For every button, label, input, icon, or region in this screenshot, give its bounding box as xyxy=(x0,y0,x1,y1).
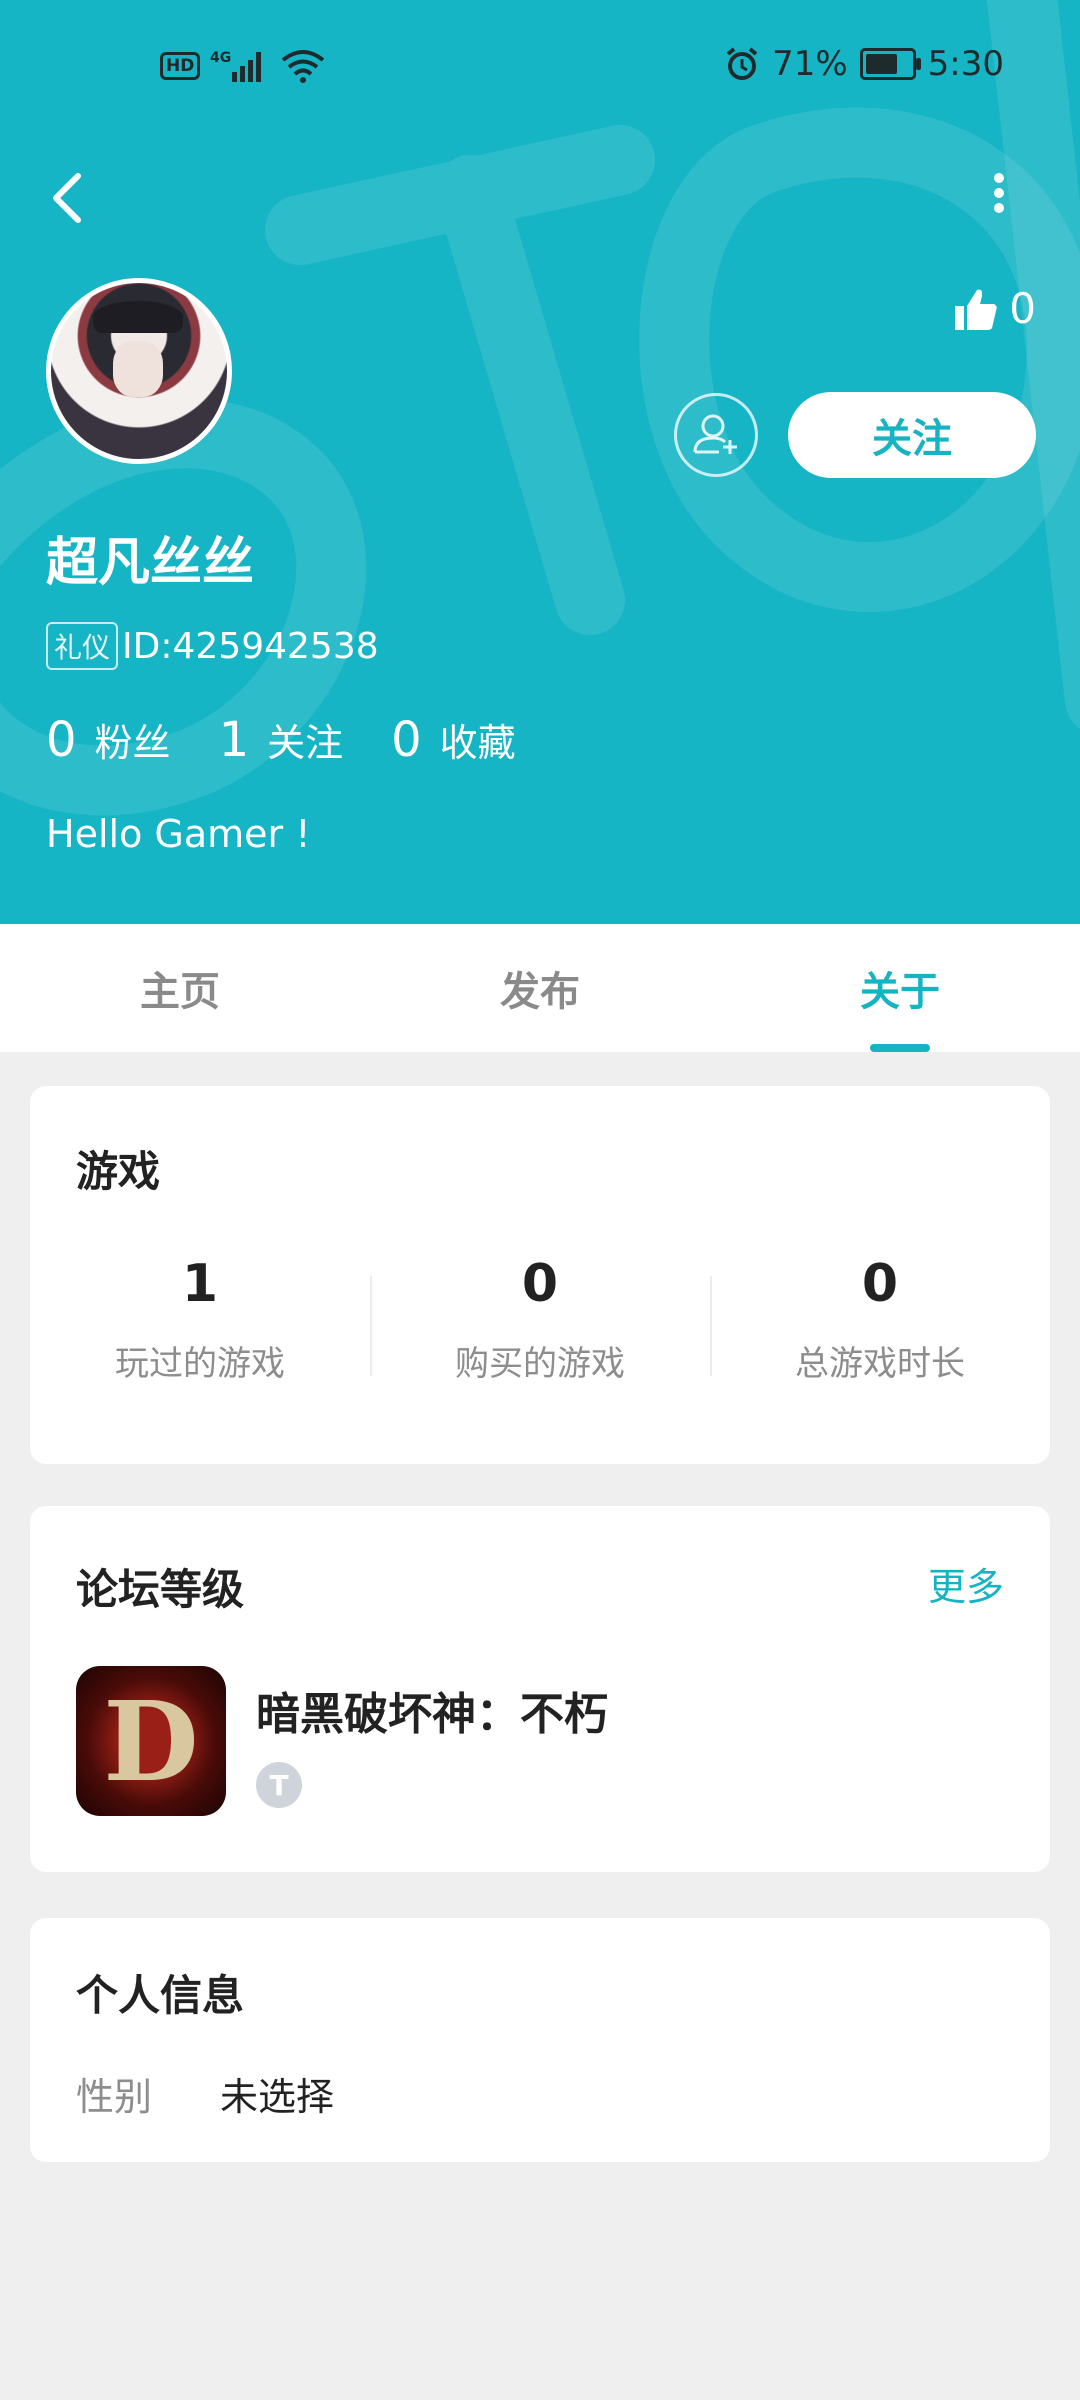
profile-stats: 0 粉丝 1 关注 0 收藏 xyxy=(46,712,564,768)
profile-tabs: 主页 发布 关于 xyxy=(0,924,1080,1052)
likes-count: 0 xyxy=(1009,284,1036,333)
avatar[interactable] xyxy=(46,278,232,464)
games-purchased[interactable]: 0 购买的游戏 xyxy=(370,1254,710,1385)
game-name[interactable]: 暗黑破坏神：不朽 xyxy=(256,1678,608,1742)
more-link[interactable]: 更多 xyxy=(928,1556,1004,1611)
status-bar: HD 4G 71% 5:30 xyxy=(0,40,1080,100)
gender-row: 性别 未选择 xyxy=(76,2066,334,2121)
games-card: 游戏 1 玩过的游戏 0 购买的游戏 0 总游戏时长 xyxy=(30,1086,1050,1464)
forum-card-title: 论坛等级 xyxy=(76,1565,245,1614)
hd-badge: HD xyxy=(160,52,201,80)
follow-button[interactable]: 关注 xyxy=(788,392,1036,478)
profile-header: HD 4G 71% 5:30 0 关注 超凡丝丝 礼仪 ID:425942538… xyxy=(0,0,1080,924)
stat-fans[interactable]: 0 粉丝 xyxy=(46,712,171,768)
username: 超凡丝丝 xyxy=(46,533,255,593)
user-id: ID:425942538 xyxy=(122,625,379,667)
personal-info-card: 个人信息 性别 未选择 xyxy=(30,1918,1050,2162)
bio-text: Hello Gamer ! xyxy=(46,812,311,856)
add-user-icon xyxy=(693,414,737,454)
more-options-icon[interactable] xyxy=(984,168,1014,218)
tab-posts[interactable]: 发布 xyxy=(360,924,720,1052)
game-icon-letter: D xyxy=(103,1676,199,1806)
forum-rank-badge: T xyxy=(256,1762,302,1808)
stat-favorites[interactable]: 0 收藏 xyxy=(391,712,516,768)
etiquette-badge: 礼仪 xyxy=(46,622,119,670)
gender-value: 未选择 xyxy=(220,2075,335,2119)
game-icon[interactable]: D xyxy=(76,1666,226,1816)
games-played[interactable]: 1 玩过的游戏 xyxy=(30,1254,370,1385)
back-arrow-icon[interactable] xyxy=(44,168,94,228)
add-friend-button[interactable] xyxy=(674,393,758,477)
forum-level-card: 论坛等级 更多 D 暗黑破坏神：不朽 T xyxy=(30,1506,1050,1872)
tab-home[interactable]: 主页 xyxy=(0,924,360,1052)
battery-icon xyxy=(859,48,921,80)
tab-about[interactable]: 关于 xyxy=(720,924,1080,1052)
thumbs-up-icon xyxy=(955,289,997,330)
wifi-icon xyxy=(282,50,325,83)
clock-time: 5:30 xyxy=(927,44,1004,84)
user-id-row: 礼仪 ID:425942538 xyxy=(46,622,379,670)
alarm-icon xyxy=(726,47,758,80)
personal-info-title: 个人信息 xyxy=(76,1971,245,2020)
battery-percent: 71% xyxy=(772,44,848,84)
battery-level-fill xyxy=(865,54,897,74)
gender-label: 性别 xyxy=(76,2075,153,2119)
cellular-signal-icon: 4G xyxy=(210,50,262,82)
svg-text:4G: 4G xyxy=(210,50,231,66)
total-play-time[interactable]: 0 总游戏时长 xyxy=(710,1254,1050,1385)
stat-following[interactable]: 1 关注 xyxy=(219,712,344,768)
games-card-title: 游戏 xyxy=(76,1147,161,1196)
like-button[interactable]: 0 xyxy=(953,284,1036,333)
